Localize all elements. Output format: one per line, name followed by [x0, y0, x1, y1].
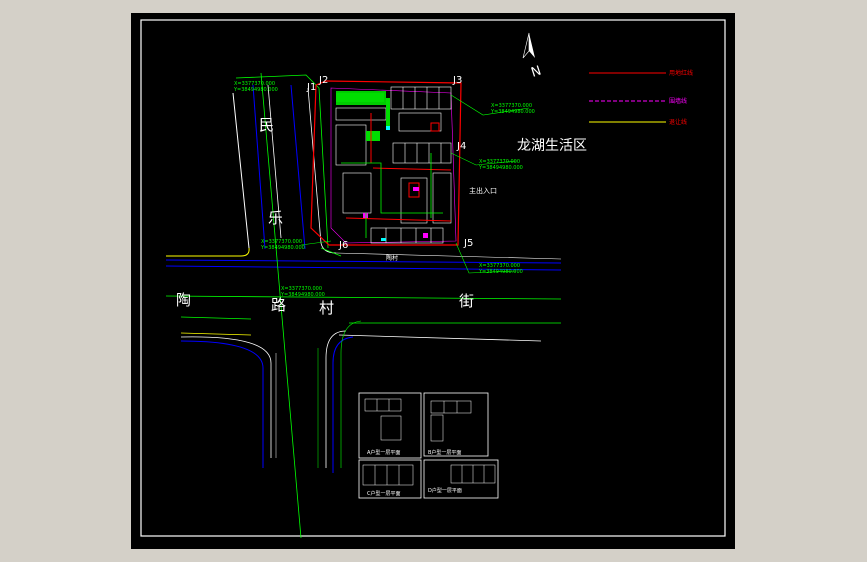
road-network [165, 84, 562, 473]
road-name-labels: 民 乐 陶 路 村 街 [176, 116, 474, 317]
junction-label: J5 [463, 238, 473, 249]
cad-model-viewport[interactable]: X=3377370.000 Y=38494980.000 X=3377370.0… [131, 13, 735, 549]
legend-label: 围墙线 [669, 97, 687, 105]
coord-label: Y=38494980.000 [280, 292, 325, 298]
drawing-border [140, 19, 726, 537]
detail-view-c: C户型一层平面 [358, 459, 422, 499]
junction-label: J2 [318, 75, 328, 86]
site-plan [310, 80, 462, 246]
road-name-char: 街 [459, 292, 474, 310]
road-name-char: 村 [319, 299, 334, 317]
coord-label: Y=38494980.000 [478, 165, 523, 171]
coord-label: Y=38494980.000 [490, 109, 535, 115]
road-name-char: 陶 [176, 291, 191, 309]
junction-label: J6 [338, 240, 348, 251]
detail-view-title: C户型一层平面 [367, 490, 401, 497]
coord-label: Y=38494980.000 [233, 87, 278, 93]
north-arrow-icon: N [522, 32, 543, 81]
road-label-small: 陶村 [386, 254, 398, 262]
coord-label: Y=38494980.000 [478, 269, 523, 275]
legend: 用地红线 围墙线 退让线 [589, 69, 693, 126]
coord-label: Y=38494980.000 [260, 245, 305, 251]
leader-lines [300, 94, 530, 274]
detail-view-title: B户型一层平面 [428, 449, 461, 456]
legend-label: 用地红线 [669, 69, 693, 77]
district-label: 龙湖生活区 [517, 138, 587, 154]
entrance-label: 主出入口 [469, 186, 497, 195]
detail-view-title: A户型一层平面 [367, 449, 400, 456]
junction-label: J3 [452, 75, 462, 86]
road-name-char: 乐 [268, 209, 283, 227]
junction-label: J4 [456, 141, 466, 152]
road-name-char: 路 [271, 296, 286, 314]
detail-view-title: D户型一层平面 [428, 487, 462, 494]
legend-label: 退让线 [669, 118, 687, 126]
detail-view-a: A户型一层平面 [358, 392, 422, 459]
detail-view-d: D户型一层平面 [423, 459, 499, 499]
north-label: N [529, 64, 543, 81]
junction-label: J1 [306, 82, 316, 93]
detail-view-b: B户型一层平面 [423, 392, 489, 457]
road-name-char: 民 [259, 116, 274, 134]
